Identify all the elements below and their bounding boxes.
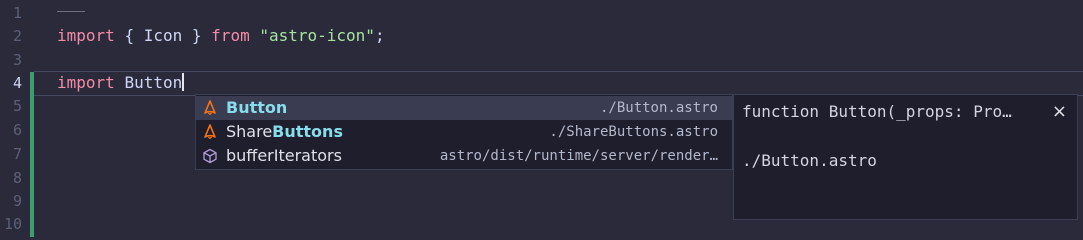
suggestion-detail: astro/dist/runtime/server/render…: [439, 148, 718, 164]
line-number: 3: [12, 51, 22, 69]
identifier: Icon: [143, 26, 183, 45]
line-number: 10: [3, 215, 22, 233]
suggestion-item[interactable]: ShareButtons ./ShareButtons.astro: [196, 120, 732, 144]
line1-whitespace-marker: [57, 11, 85, 12]
current-line-highlight: [34, 71, 1083, 96]
punctuation: {: [124, 26, 135, 45]
line-number: 5: [12, 97, 22, 115]
doc-source-path: ./Button.astro: [742, 151, 877, 170]
line-number-gutter: 1 2 3 4 5 6 7 8 9 10: [0, 0, 30, 237]
astro-icon: [202, 124, 218, 140]
suggestion-details-panel: function Button(_props: Pro… × ./Button.…: [733, 94, 1078, 220]
line-number: 1: [12, 4, 22, 22]
punctuation: }: [191, 26, 202, 45]
code-line-2[interactable]: import { Icon } from "astro-icon";: [57, 24, 385, 48]
suggestion-label: Button: [226, 98, 288, 117]
keyword: import: [57, 26, 115, 45]
keyword: import: [57, 73, 115, 92]
line-number: 2: [12, 27, 22, 45]
close-icon[interactable]: ×: [1052, 101, 1067, 122]
text-caret: [182, 73, 185, 91]
suggestion-item-selected[interactable]: Button ./Button.astro: [196, 96, 732, 120]
code-line-4[interactable]: import Button: [57, 71, 185, 95]
astro-icon: [202, 100, 218, 116]
suggestion-detail: ./Button.astro: [599, 100, 718, 116]
line-number: 8: [12, 169, 22, 187]
line-number-active: 4: [12, 74, 22, 92]
line-number: 6: [12, 121, 22, 139]
identifier: Button: [124, 73, 183, 92]
autocomplete-suggestion-list[interactable]: Button ./Button.astro ShareButtons ./Sha…: [195, 94, 733, 170]
suggestion-label: bufferIterators: [226, 146, 342, 165]
suggestion-item[interactable]: bufferIterators astro/dist/runtime/serve…: [196, 144, 732, 168]
cube-icon: [202, 148, 218, 164]
git-added-indicator: [30, 72, 34, 237]
suggestion-label: ShareButtons: [226, 122, 343, 141]
suggestion-detail: ./ShareButtons.astro: [549, 124, 718, 140]
line-number: 9: [12, 192, 22, 210]
punctuation: ;: [374, 26, 385, 45]
string-literal: "astro-icon": [259, 26, 375, 45]
line-number: 7: [12, 145, 22, 163]
function-signature: function Button(_props: Pro…: [742, 102, 1012, 121]
keyword: from: [211, 26, 250, 45]
